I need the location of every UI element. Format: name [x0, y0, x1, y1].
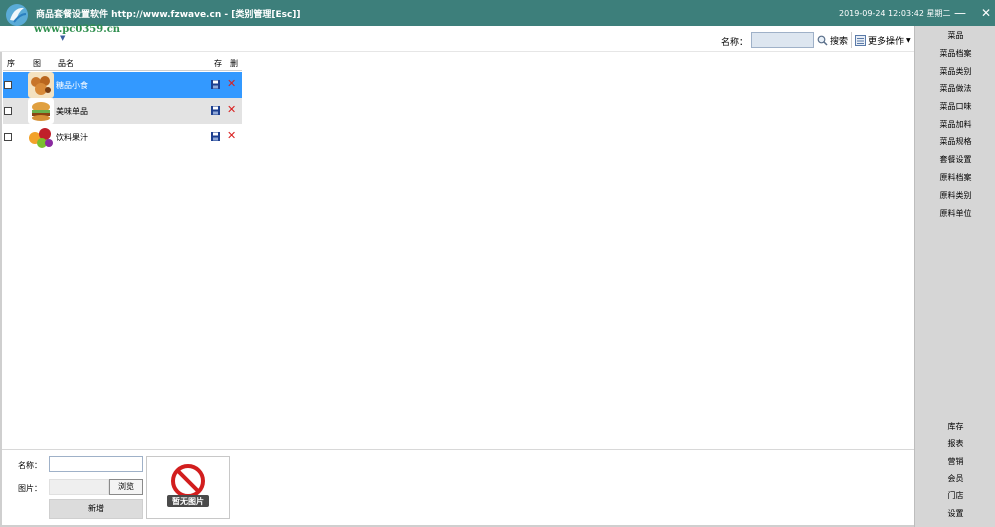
table-row[interactable]: 美味单品 ✕	[3, 98, 242, 124]
sidebar-item-dish-spec[interactable]: 菜品规格	[915, 134, 995, 150]
minimize-button[interactable]: —	[950, 4, 970, 22]
row-checkbox[interactable]	[4, 133, 12, 141]
window-title: 商品套餐设置软件 http://www.fzwave.cn - [类别管理[Es…	[36, 10, 301, 20]
table-row[interactable]: 饮料果汁 ✕	[3, 124, 242, 150]
name-field-label: 名称：	[18, 461, 42, 470]
sidebar-item-dish-category[interactable]: 菜品类别	[915, 64, 995, 80]
title-bar: 商品套餐设置软件 http://www.fzwave.cn - [类别管理[Es…	[0, 0, 995, 26]
column-header-save: 存	[214, 59, 222, 68]
chevron-down-icon: ▼	[906, 36, 911, 44]
sidebar-item-settings[interactable]: 设置	[915, 506, 995, 522]
search-input[interactable]	[751, 32, 814, 48]
sidebar-item-dish-addon[interactable]: 菜品加料	[915, 117, 995, 133]
sidebar-item-reports[interactable]: 报表	[915, 436, 995, 452]
save-icon[interactable]	[211, 106, 220, 115]
no-image-text: 暂无图片	[172, 496, 204, 506]
sidebar-item-combo-settings[interactable]: 套餐设置	[915, 152, 995, 168]
search-icon	[817, 35, 828, 46]
sidebar-item-stores[interactable]: 门店	[915, 488, 995, 504]
sidebar-item-marketing[interactable]: 营销	[915, 454, 995, 470]
row-name: 美味单品	[56, 107, 88, 116]
image-preview: 暂无图片	[146, 456, 230, 519]
juice-thumbnail-icon	[28, 124, 54, 150]
row-checkbox[interactable]	[4, 81, 12, 89]
snack-thumbnail-icon	[28, 72, 54, 98]
name-field[interactable]	[49, 456, 143, 472]
clock-text: 2019-09-24 12:03:42 星期二	[839, 9, 951, 18]
delete-icon[interactable]: ✕	[227, 103, 237, 117]
image-field-label: 图片：	[18, 484, 42, 493]
no-image-icon: 暂无图片	[167, 464, 209, 507]
more-actions-label: 更多操作	[868, 36, 905, 47]
column-header-name: 品名	[58, 59, 74, 68]
edit-form: 名称： 图片： 浏览 新增 暂无图片	[0, 449, 914, 527]
toolbar-divider	[851, 32, 852, 48]
app-logo-icon	[6, 4, 28, 26]
sidebar-item-dish-flavor[interactable]: 菜品口味	[915, 99, 995, 115]
row-checkbox[interactable]	[4, 107, 12, 115]
row-name: 饮料果汁	[56, 133, 88, 142]
more-actions-button[interactable]: 更多操作 ▼	[855, 33, 911, 47]
table-header: 序 图 品名 存 删	[3, 54, 242, 71]
search-button-label: 搜索	[830, 36, 849, 47]
sidebar-item-material-category[interactable]: 原料类别	[915, 188, 995, 204]
column-header-delete: 删	[230, 59, 238, 68]
sidebar-item-material-archive[interactable]: 原料档案	[915, 170, 995, 186]
sidebar-item-members[interactable]: 会员	[915, 471, 995, 487]
browse-button[interactable]: 浏览	[109, 479, 143, 495]
sidebar: 菜品 菜品档案 菜品类别 菜品做法 菜品口味 菜品加料 菜品规格 套餐设置 原料…	[914, 26, 995, 527]
save-icon[interactable]	[211, 80, 220, 89]
close-window-button[interactable]: ✕	[976, 4, 995, 22]
column-header-image: 图	[33, 59, 41, 68]
toolbar: 名称： 搜索 更多操作 ▼	[0, 26, 914, 52]
sidebar-item-dishes[interactable]: 菜品	[915, 28, 995, 44]
list-icon	[855, 34, 866, 46]
save-icon[interactable]	[211, 132, 220, 141]
table-row[interactable]: 糖品小食 ✕	[3, 72, 242, 98]
sidebar-item-dish-archive[interactable]: 菜品档案	[915, 46, 995, 62]
add-button[interactable]: 新增	[49, 499, 143, 519]
burger-thumbnail-icon	[28, 98, 54, 124]
delete-icon[interactable]: ✕	[227, 77, 237, 91]
column-header-index: 序	[7, 59, 15, 68]
sidebar-item-inventory[interactable]: 库存	[915, 419, 995, 435]
search-button[interactable]: 搜索	[817, 33, 848, 47]
search-name-label: 名称：	[721, 38, 749, 48]
sidebar-item-dish-method[interactable]: 菜品做法	[915, 81, 995, 97]
image-path-field[interactable]	[49, 479, 109, 495]
delete-icon[interactable]: ✕	[227, 129, 237, 143]
row-name: 糖品小食	[56, 81, 88, 90]
sidebar-item-material-unit[interactable]: 原料单位	[915, 206, 995, 222]
